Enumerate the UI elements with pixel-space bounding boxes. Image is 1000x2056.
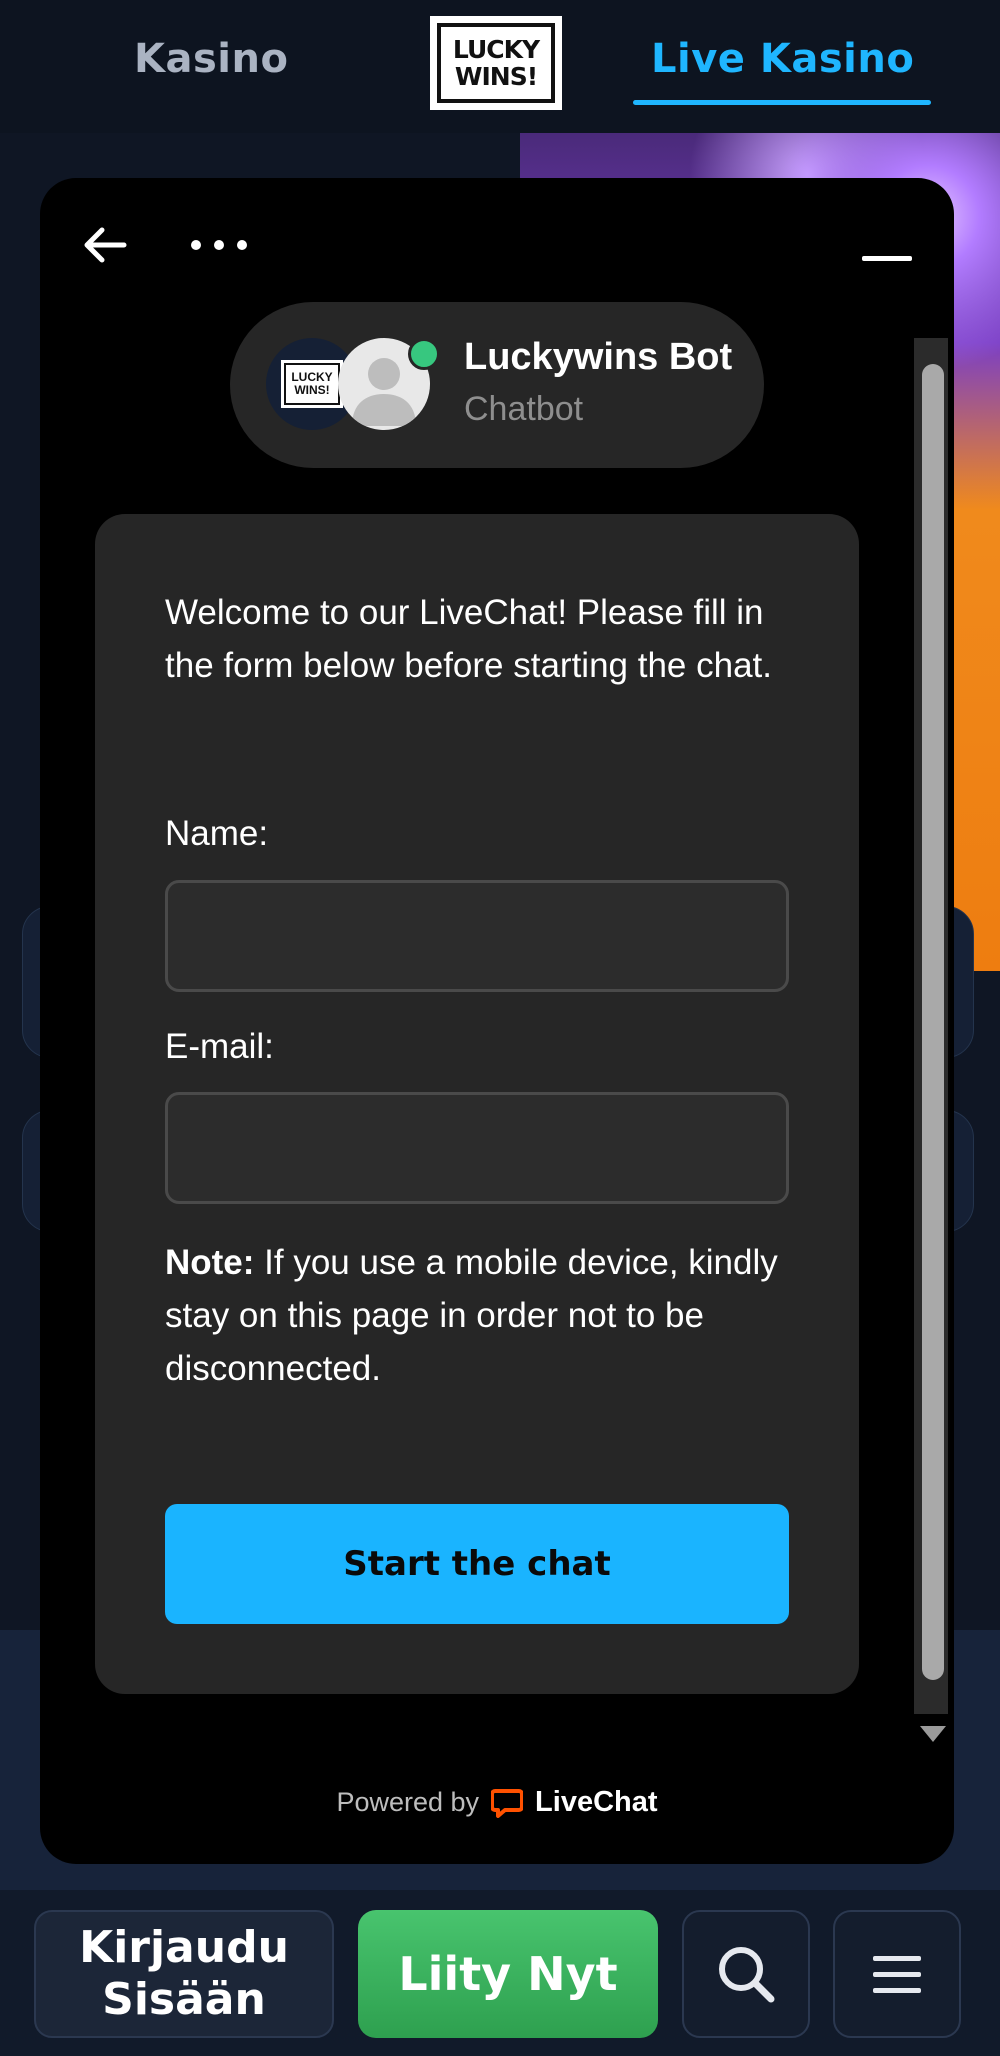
scrollbar-thumb[interactable] bbox=[922, 364, 944, 1680]
more-horizontal-icon[interactable] bbox=[188, 230, 250, 260]
login-label-line2: Sisään bbox=[102, 1974, 266, 2025]
menu-button[interactable] bbox=[833, 1910, 961, 2038]
chat-toolbar bbox=[40, 178, 954, 278]
tab-kasino[interactable]: Kasino bbox=[134, 36, 288, 82]
note-text: If you use a mobile device, kindly stay … bbox=[165, 1243, 778, 1388]
minimize-icon[interactable] bbox=[862, 236, 912, 266]
start-chat-button[interactable]: Start the chat bbox=[165, 1504, 789, 1624]
powered-by-text: Powered by bbox=[336, 1787, 480, 1817]
powered-by-footer[interactable]: Powered by LiveChat bbox=[40, 1786, 954, 1819]
login-label-line1: Kirjaudu bbox=[79, 1922, 289, 1973]
name-input[interactable] bbox=[165, 880, 789, 992]
site-header: Kasino LUCKY WINS! Live Kasino bbox=[0, 0, 1000, 133]
online-status-dot bbox=[408, 338, 440, 370]
bot-header: LUCKY WINS! Luckywins Bot Chatbot bbox=[230, 302, 764, 468]
logo-text-line2: WINS! bbox=[454, 62, 538, 91]
search-icon bbox=[719, 1947, 775, 2003]
active-tab-indicator bbox=[633, 100, 931, 105]
livechat-logo-icon bbox=[491, 1788, 524, 1818]
name-label: Name: bbox=[165, 814, 269, 853]
arrow-left-icon[interactable] bbox=[80, 220, 130, 270]
livechat-widget: LUCKY WINS! Luckywins Bot Chatbot Welcom… bbox=[40, 178, 954, 1864]
welcome-message: Welcome to our LiveChat! Please fill in … bbox=[165, 593, 772, 685]
logo-text-line1: LUCKY bbox=[452, 35, 540, 64]
join-now-button[interactable]: Liity Nyt bbox=[358, 1910, 658, 2038]
luckywins-logo[interactable]: LUCKY WINS! bbox=[430, 16, 562, 110]
bot-subtitle: Chatbot bbox=[464, 390, 584, 428]
bottom-navigation: Kirjaudu Sisään Liity Nyt bbox=[0, 1890, 1000, 2056]
email-input[interactable] bbox=[165, 1092, 789, 1204]
tab-live-kasino[interactable]: Live Kasino bbox=[651, 36, 914, 82]
search-button[interactable] bbox=[682, 1910, 810, 2038]
mobile-note: Note: If you use a mobile device, kindly… bbox=[165, 1236, 805, 1395]
scroll-down-arrow-icon[interactable] bbox=[920, 1726, 946, 1742]
email-label: E-mail: bbox=[165, 1027, 274, 1066]
menu-icon bbox=[873, 1956, 921, 1993]
login-button[interactable]: Kirjaudu Sisään bbox=[34, 1910, 334, 2038]
bot-name: Luckywins Bot bbox=[464, 336, 733, 378]
prechat-form: Welcome to our LiveChat! Please fill in … bbox=[95, 514, 859, 1694]
livechat-brand: LiveChat bbox=[535, 1786, 658, 1818]
note-label: Note: bbox=[165, 1243, 255, 1282]
avatar-logo-text-line2: WINS! bbox=[294, 383, 330, 397]
